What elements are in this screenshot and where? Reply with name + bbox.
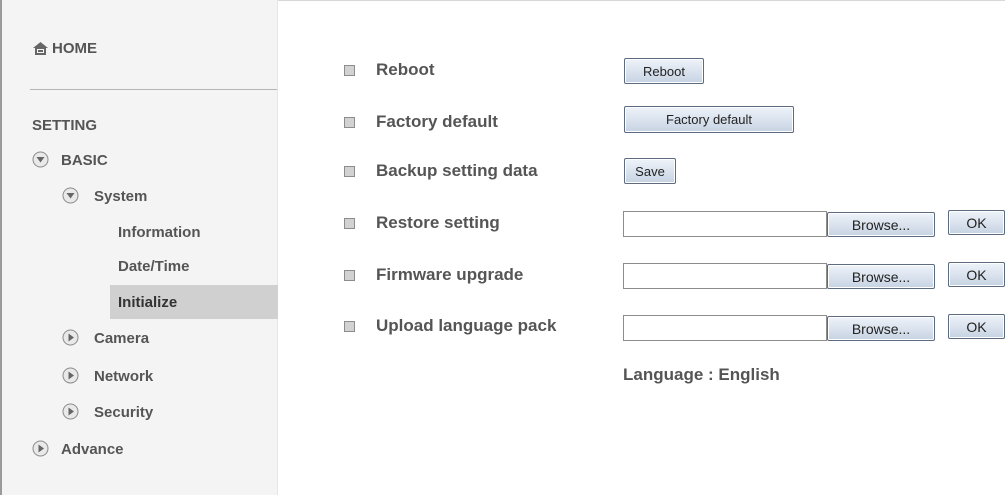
bullet-icon [344,65,355,76]
bullet-icon [344,166,355,177]
sidebar-item-system[interactable]: System [94,188,147,205]
language-pack-ok-button[interactable]: OK [948,314,1005,339]
bullet-icon [344,218,355,229]
restore-setting-label: Restore setting [376,213,500,232]
firmware-file-input[interactable] [623,263,827,289]
save-button[interactable]: Save [624,158,676,184]
main-content: Reboot Reboot Factory default Factory de… [278,0,1005,495]
chevron-right-icon[interactable] [62,329,79,346]
home-link[interactable]: HOME [32,40,97,57]
sidebar-item-basic[interactable]: BASIC [61,152,108,169]
sidebar-item-information[interactable]: Information [118,224,201,241]
restore-ok-button[interactable]: OK [948,210,1005,235]
sidebar-item-security[interactable]: Security [94,404,153,421]
firmware-ok-button[interactable]: OK [948,262,1005,287]
chevron-down-icon[interactable] [62,187,79,204]
language-pack-file-input[interactable] [623,315,827,341]
sidebar: HOME SETTING BASIC System Information Da… [2,0,278,495]
chevron-right-icon[interactable] [62,403,79,420]
language-pack-browse-button[interactable]: Browse... [827,316,935,341]
home-icon [33,42,48,55]
upload-language-pack-label: Upload language pack [376,316,557,335]
chevron-right-icon[interactable] [62,367,79,384]
firmware-upgrade-label: Firmware upgrade [376,265,524,284]
home-label: HOME [52,40,97,57]
backup-setting-label: Backup setting data [376,161,538,180]
chevron-right-icon[interactable] [32,440,49,457]
reboot-button[interactable]: Reboot [624,58,704,84]
restore-file-input[interactable] [623,211,827,237]
language-status: Language : English [623,365,780,384]
firmware-browse-button[interactable]: Browse... [827,264,935,289]
chevron-down-icon[interactable] [32,151,49,168]
restore-browse-button[interactable]: Browse... [827,212,935,237]
bullet-icon [344,117,355,128]
factory-default-label: Factory default [376,112,498,131]
sidebar-item-datetime[interactable]: Date/Time [118,258,189,275]
sidebar-item-initialize[interactable]: Initialize [118,294,177,311]
setting-heading: SETTING [32,117,98,134]
sidebar-item-camera[interactable]: Camera [94,330,149,347]
sidebar-item-network[interactable]: Network [94,368,153,385]
factory-default-button[interactable]: Factory default [624,106,794,133]
sidebar-divider [30,89,277,90]
bullet-icon [344,321,355,332]
bullet-icon [344,270,355,281]
reboot-label: Reboot [376,60,435,79]
sidebar-item-advance[interactable]: Advance [61,441,124,458]
